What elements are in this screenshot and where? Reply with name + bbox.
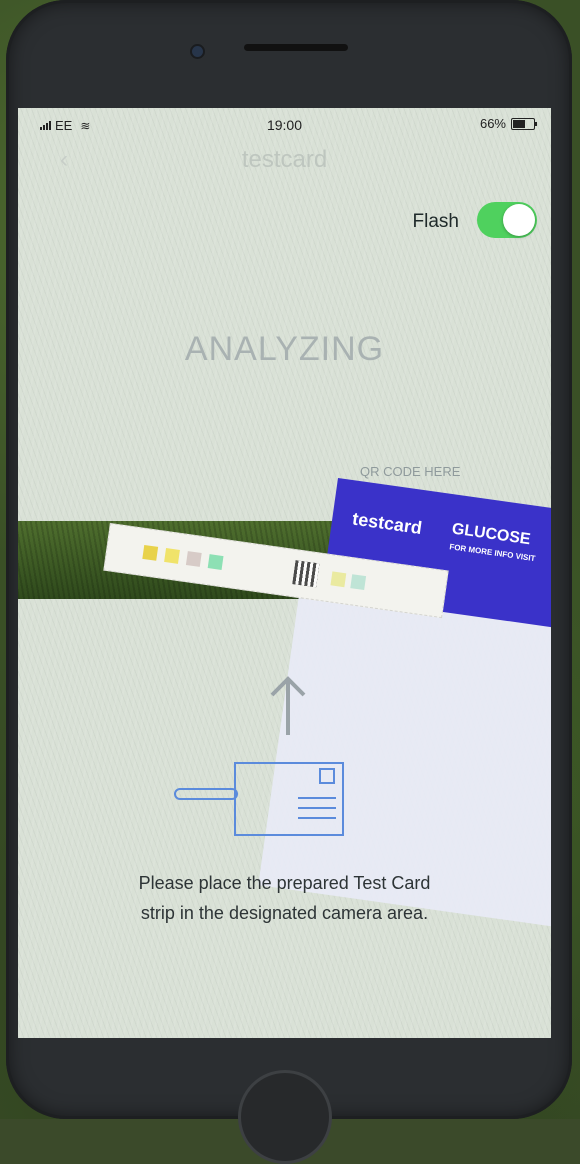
qr-code-hint: QR CODE HERE [360, 464, 461, 479]
flash-toggle[interactable] [477, 202, 537, 238]
strip-reagent-pad [142, 544, 159, 561]
status-time: 19:00 [266, 117, 303, 133]
strip-qr-code-icon [292, 560, 320, 588]
front-camera [192, 46, 203, 57]
flash-label: Flash [412, 211, 459, 232]
nav-title: testcard [241, 146, 328, 173]
battery-fill [513, 119, 525, 128]
battery-icon [511, 117, 537, 130]
status-bar: EE ≋ 19:00 66% [18, 108, 551, 140]
strip-reagent-pad [164, 548, 180, 564]
card-brand-text: testcard [351, 508, 424, 539]
card-strip-placement-icon [174, 762, 344, 836]
strip-reagent-pad [207, 554, 224, 570]
flash-toggle-knob [503, 204, 535, 236]
home-button[interactable] [238, 1070, 332, 1164]
strip-reagent-pad [185, 551, 202, 567]
earpiece-speaker [244, 44, 348, 51]
analyzing-status: ANALYZING [184, 330, 385, 368]
strip-reagent-pad [350, 574, 367, 591]
instruction-line-2: strip in the designated camera area. [140, 903, 429, 923]
battery-percent: 66% [479, 116, 506, 131]
up-arrow-icon [270, 676, 306, 735]
instruction-line-1: Please place the prepared Test Card [138, 873, 431, 893]
instruction-text: Please place the prepared Test Card stri… [18, 868, 551, 928]
strip-reagent-pad [330, 571, 347, 588]
app-screen: EE ≋ 19:00 66% ‹ testcard Flash ANALYZIN… [18, 108, 551, 1038]
status-right: 66% [479, 116, 537, 131]
